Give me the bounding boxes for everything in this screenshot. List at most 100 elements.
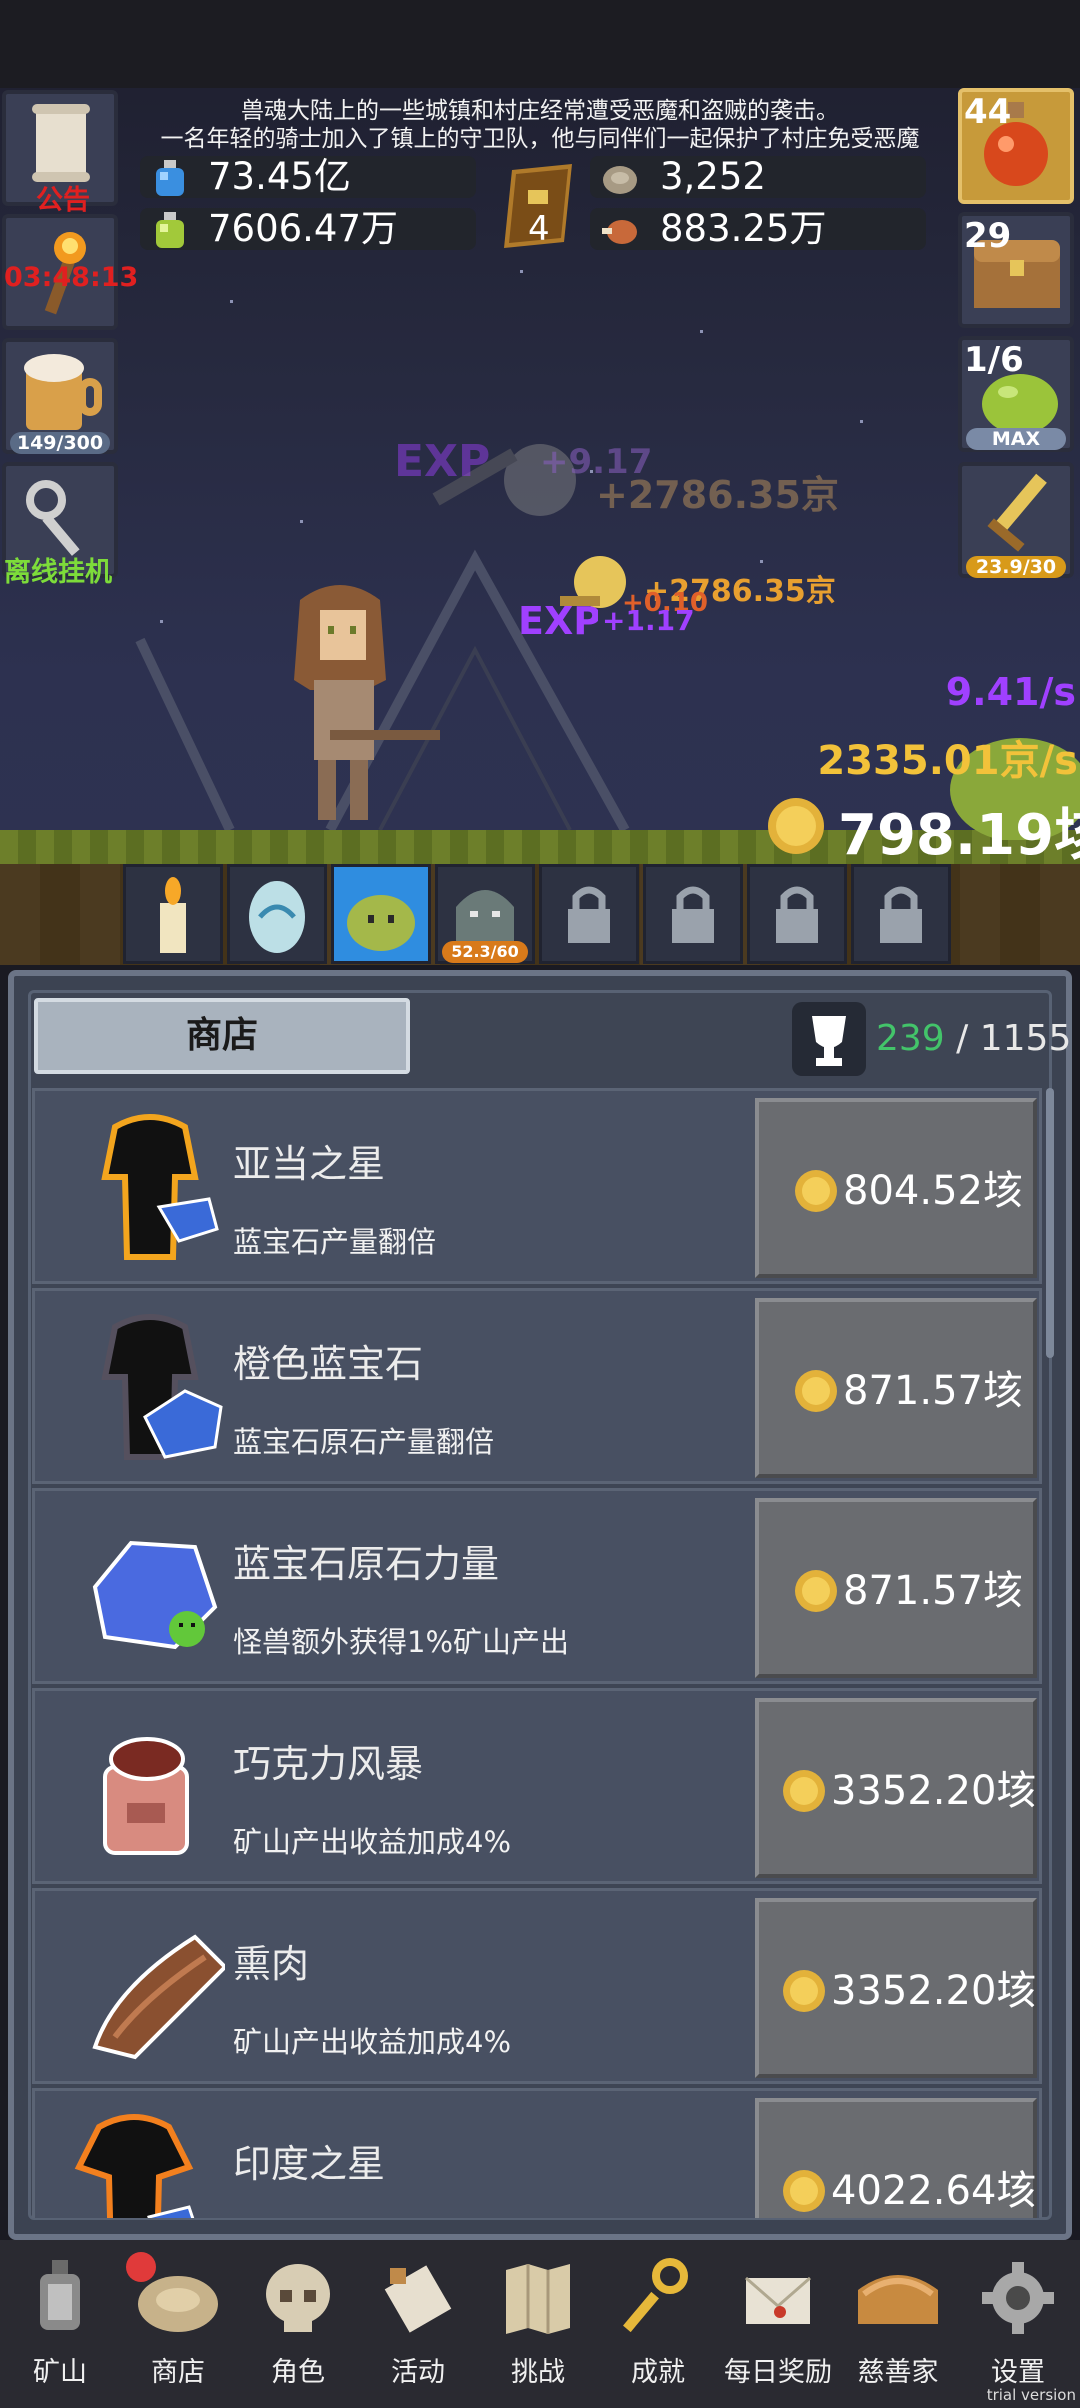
ghost-progress-badge: 52.3/60 (442, 941, 528, 963)
bacon-icon (92, 1934, 225, 2060)
nav-achievement[interactable]: 成就 (598, 2240, 718, 2408)
shop-title: 商店 (34, 998, 410, 1074)
blue-potion-icon (156, 160, 184, 196)
offline-idle-button[interactable]: 离线挂机 (2, 462, 118, 588)
event-timer: 03:48:13 (4, 262, 139, 293)
notification-dot (126, 2252, 156, 2282)
nav-settings[interactable]: 设置 (958, 2240, 1078, 2408)
shop-item: 亚当之星 蓝宝石产量翻倍 804.52垓 (32, 1088, 1042, 1284)
locked-slot-1[interactable] (539, 864, 639, 964)
bottom-nav: 矿山 商店 角色 活动 挑战 成就 每日奖励 慈善家 设置 trial vers… (0, 2240, 1080, 2408)
nav-shop[interactable]: 商店 (118, 2240, 238, 2408)
gold-coin-icon (768, 798, 824, 854)
ghost-slot[interactable]: 52.3/60 (435, 864, 535, 964)
slime-slot[interactable] (331, 864, 431, 964)
scroll-icon (384, 2265, 452, 2333)
slime-count: 1/6 (964, 340, 1024, 380)
item-name: 巧克力风暴 (233, 1742, 424, 1786)
adam-star-icon (101, 1114, 219, 1260)
slime-button[interactable]: 1/6 MAX (958, 336, 1074, 452)
green-potion-value: 7606.47万 (208, 207, 399, 250)
nav-label: 商店 (151, 2357, 205, 2388)
monster-bar: 52.3/60 (123, 864, 959, 964)
locked-slot-3[interactable] (747, 864, 847, 964)
stone-icon (603, 166, 637, 194)
gold-coin-icon (783, 1970, 825, 2012)
notice-button[interactable]: 公告 (2, 90, 118, 216)
lantern-icon (40, 2260, 80, 2330)
item-price: 871.57垓 (843, 1568, 1023, 1614)
potion-count: 44 (964, 92, 1012, 132)
total-gold: 798.19垓 (838, 803, 1080, 868)
nav-daily-reward[interactable]: 每日奖励 (718, 2240, 838, 2408)
trophy-total: 1155 (979, 1018, 1072, 1059)
exp-icon: EXP (518, 599, 598, 642)
nav-character[interactable]: 角色 (238, 2240, 358, 2408)
sword-progress-badge: 23.9/30 (966, 556, 1066, 578)
lock-icon (776, 886, 818, 943)
item-name: 亚当之星 (233, 1142, 386, 1186)
letter-icon (745, 2276, 811, 2324)
book-count: 4 (528, 209, 550, 249)
sapphire-ore-icon (92, 1540, 218, 1650)
buy-button[interactable]: 4022.64垓 (755, 2098, 1037, 2218)
beer-progress-badge: 149/300 (10, 432, 110, 454)
slime-max-badge: MAX (966, 428, 1066, 450)
buy-button[interactable]: 871.57垓 (755, 1498, 1037, 1678)
gold-coin-icon (783, 1770, 825, 1812)
potion-button[interactable]: 44 (958, 88, 1074, 204)
nav-challenge[interactable]: 挑战 (478, 2240, 598, 2408)
item-desc: 怪兽额外获得1%矿山产出 (233, 1625, 570, 1659)
meat-icon (602, 220, 637, 244)
nav-label: 活动 (391, 2357, 445, 2388)
candle-slot[interactable] (123, 864, 223, 964)
locked-slot-4[interactable] (851, 864, 951, 964)
knight-character (294, 585, 440, 820)
buy-button[interactable]: 871.57垓 (755, 1298, 1037, 1478)
gold-coin-icon (795, 1570, 837, 1612)
orange-sapphire-icon (101, 1314, 223, 1460)
item-desc: 矿山产出收益加成4% (233, 2025, 512, 2059)
buy-button[interactable]: 3352.20垓 (755, 1898, 1037, 2078)
blue-potion-value: 73.45亿 (208, 155, 351, 198)
beer-button[interactable]: 149/300 (2, 338, 118, 454)
nav-label: 设置 (991, 2357, 1045, 2388)
gear-icon (982, 2262, 1054, 2334)
torch-event-button[interactable]: 03:48:13 (2, 214, 138, 330)
india-star-icon (74, 2114, 195, 2218)
key-icon (623, 2258, 688, 2333)
buy-button[interactable]: 804.52垓 (755, 1098, 1037, 1278)
buy-button[interactable]: 3352.20垓 (755, 1698, 1037, 1878)
lock-icon (568, 886, 610, 943)
shop-item-list[interactable]: 亚当之星 蓝宝石产量翻倍 804.52垓 橙色蓝宝石 蓝宝石原石产量翻倍 871… (32, 1088, 1042, 2218)
trophy-current: 239 (876, 1018, 945, 1059)
chocolate-storm-icon (103, 1737, 189, 1855)
locked-slot-2[interactable] (643, 864, 743, 964)
nav-philanthropist[interactable]: 慈善家 (838, 2240, 958, 2408)
item-price: 3352.20垓 (831, 1968, 1037, 2014)
lock-icon (880, 886, 922, 943)
slime-monster-icon (347, 895, 415, 951)
nav-activity[interactable]: 活动 (358, 2240, 478, 2408)
item-price: 871.57垓 (843, 1368, 1023, 1414)
exp-icon-faded-text: EXP (394, 436, 490, 486)
offline-label: 离线挂机 (4, 557, 112, 588)
skull-icon (266, 2264, 330, 2332)
chest-count: 29 (964, 216, 1012, 256)
trophy-separator: / (944, 1018, 980, 1059)
sword-button[interactable]: 23.9/30 (958, 462, 1074, 578)
resource-panel: 73.45亿 7606.47万 4 3,252 883.25万 (140, 156, 940, 256)
trial-watermark: trial version (986, 2386, 1076, 2404)
nav-label: 角色 (271, 2357, 325, 2388)
nav-label: 慈善家 (857, 2357, 939, 2388)
egg-slot[interactable] (227, 864, 327, 964)
item-price: 3352.20垓 (831, 1768, 1037, 1814)
item-desc: 蓝宝石原石产量翻倍 (233, 1425, 495, 1459)
shop-scrollbar[interactable] (1046, 1088, 1054, 1358)
float-gold-faded: +2786.35京 (596, 473, 839, 517)
shop-item: 熏肉 矿山产出收益加成4% 3352.20垓 (32, 1888, 1042, 2084)
item-name: 印度之星 (233, 2142, 386, 2186)
nav-mine[interactable]: 矿山 (0, 2240, 120, 2408)
story-ticker: 兽魂大陆上的一些城镇和村庄经常遭受恶魔和盗贼的袭击。 一名年轻的骑士加入了镇上的… (160, 98, 920, 152)
chest-button[interactable]: 29 (958, 212, 1074, 328)
